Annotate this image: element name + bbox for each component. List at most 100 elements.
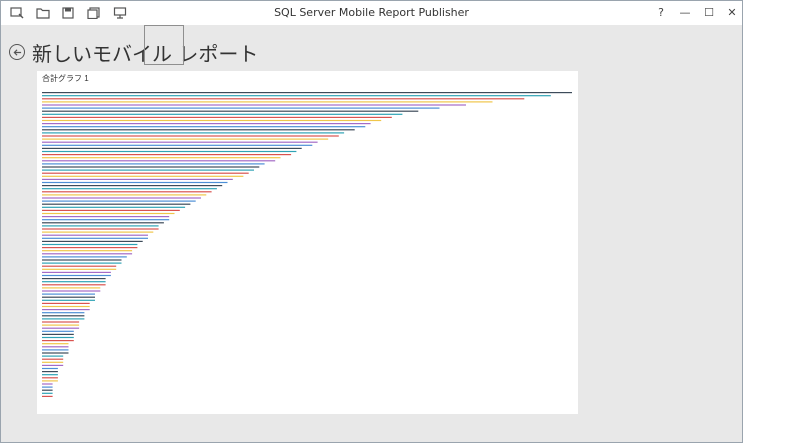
- chart-bar: [42, 203, 191, 205]
- chart-bar: [42, 324, 80, 326]
- chart-bar: [42, 312, 85, 314]
- chart-bar: [42, 116, 392, 118]
- chart-bar: [42, 197, 201, 199]
- chart-bar: [42, 107, 440, 109]
- chart-bar: [42, 358, 64, 360]
- chart-bar: [42, 206, 186, 208]
- chart-bar: [42, 287, 101, 289]
- chart-bar: [42, 200, 196, 202]
- close-button[interactable]: ✕: [721, 4, 742, 22]
- chart-bar: [42, 247, 138, 249]
- chart-bar: [42, 104, 466, 106]
- chart-bar: [42, 321, 80, 323]
- chart-bar: [42, 185, 223, 187]
- chart-bar: [42, 194, 207, 196]
- chart-bar: [42, 274, 111, 277]
- chart-bar: [42, 250, 133, 252]
- chart-bar: [42, 132, 345, 134]
- chart-bar: [42, 278, 106, 280]
- chart-bar: [42, 126, 366, 128]
- chart-bar: [42, 265, 117, 267]
- chart-bar: [42, 380, 58, 382]
- chart-bar: [42, 166, 260, 168]
- chart-bar: [42, 296, 95, 298]
- chart-bar: [42, 240, 143, 242]
- chart-bar: [42, 163, 265, 165]
- app-window: SQL Server Mobile Report Publisher ? — ☐…: [0, 0, 743, 443]
- chart-bar: [42, 172, 249, 174]
- chart-bar: [42, 299, 95, 301]
- chart-bar: [42, 336, 74, 339]
- chart-bar: [42, 222, 164, 224]
- chart-bar: [42, 231, 154, 233]
- arrow-left-icon: [13, 48, 21, 56]
- chart-bar: [42, 219, 170, 221]
- chart-bar: [42, 318, 85, 320]
- chart-bar: [42, 178, 233, 180]
- chart-bar: [42, 355, 64, 357]
- chart-bar: [42, 392, 53, 394]
- chart-bar: [42, 135, 339, 137]
- chart-bar: [42, 141, 318, 143]
- minimize-button[interactable]: —: [674, 4, 696, 22]
- chart-bar: [42, 330, 74, 332]
- chart-bar: [42, 98, 525, 100]
- chart-bar: [42, 284, 106, 286]
- chart-bar: [42, 119, 382, 122]
- chart-bar: [42, 256, 127, 258]
- selection-cursor: [144, 25, 184, 65]
- chart-bar: [42, 169, 254, 171]
- chart-bar: [42, 113, 403, 115]
- chart-bar: [42, 147, 302, 149]
- chart-bar: [42, 340, 74, 342]
- help-button[interactable]: ?: [650, 4, 672, 22]
- chart-bar: [42, 364, 64, 366]
- chart-bar: [42, 92, 572, 94]
- chart-bar: [42, 144, 313, 146]
- chart-title: 合計グラフ 1: [42, 74, 89, 83]
- chart-bar: [42, 371, 58, 373]
- chart-bar: [42, 361, 64, 363]
- chart-bar: [42, 191, 212, 193]
- chart-bar: [42, 228, 159, 230]
- chart-bar: [42, 290, 101, 292]
- chart-bar: [42, 160, 276, 162]
- chart-bar: [42, 383, 53, 385]
- chart-bar: [42, 309, 90, 311]
- report-canvas[interactable]: 合計グラフ 1: [37, 71, 578, 414]
- chart-bar: [42, 333, 74, 335]
- chart-bar: [42, 281, 106, 283]
- chart-bar: [42, 253, 133, 255]
- chart-bar: [42, 154, 292, 156]
- chart-bar: [42, 262, 122, 264]
- chart-bar: [42, 216, 170, 218]
- chart-bar: [42, 110, 419, 112]
- chart-bar: [42, 138, 329, 140]
- bar-chart[interactable]: [37, 71, 578, 414]
- chart-bar: [42, 395, 53, 397]
- chart-bar: [42, 349, 69, 351]
- chart-bar: [42, 237, 148, 239]
- chart-bar: [42, 271, 111, 273]
- chart-bar: [42, 305, 90, 308]
- chart-bar: [42, 377, 58, 379]
- chart-bar: [42, 181, 228, 184]
- chart-bar: [42, 101, 493, 103]
- chart-bar: [42, 243, 138, 246]
- chart-bar: [42, 327, 80, 329]
- chart-bar: [42, 150, 297, 153]
- chart-bar: [42, 259, 122, 261]
- chart-bar: [42, 268, 117, 270]
- chart-bar: [42, 352, 69, 354]
- chart-bar: [42, 367, 58, 370]
- chart-bar: [42, 175, 244, 177]
- chart-bar: [42, 389, 53, 391]
- maximize-button[interactable]: ☐: [698, 4, 720, 22]
- back-button[interactable]: [9, 44, 25, 60]
- chart-bar: [42, 315, 85, 317]
- chart-bar: [42, 374, 58, 376]
- chart-bar: [42, 95, 551, 97]
- chart-bar: [42, 293, 95, 295]
- chart-bar: [42, 129, 355, 131]
- chart-bar: [42, 234, 148, 236]
